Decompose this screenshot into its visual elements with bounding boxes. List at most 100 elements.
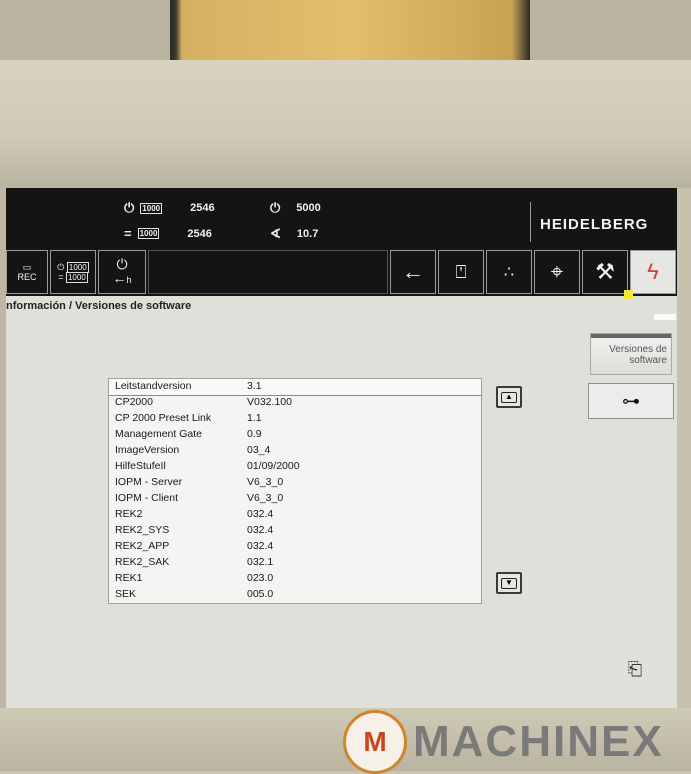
- component-version: 3.1: [247, 380, 262, 392]
- component-name: HilfeStufeIl: [115, 460, 166, 472]
- key-icon: ⊶: [622, 390, 640, 411]
- angle-value: 10.7: [296, 228, 319, 240]
- table-row: Management Gate 0.9: [109, 427, 481, 443]
- rec-button[interactable]: ▭ REC: [6, 250, 48, 294]
- ink-button[interactable]: ∴: [486, 250, 532, 294]
- table-row: IOPM - Client V6_3_0: [109, 491, 481, 507]
- brand-divider: [530, 202, 531, 242]
- service-button[interactable]: ϟ: [630, 250, 676, 294]
- component-name: IOPM - Server: [115, 476, 183, 488]
- software-versions-button[interactable]: Versiones de software: [590, 333, 672, 375]
- component-name: REK2_SAK: [115, 556, 170, 568]
- scroll-down-button[interactable]: ▼: [496, 572, 522, 594]
- component-version: V6_3_0: [247, 492, 284, 504]
- component-version: V6_3_0: [247, 476, 284, 488]
- tools-icon: ⚒: [595, 259, 615, 284]
- triangle-down-icon: ▼: [501, 577, 517, 589]
- component-version: 023.0: [247, 572, 274, 584]
- component-name: REK1: [115, 572, 143, 584]
- rec-icon: ▭ REC: [17, 262, 37, 282]
- table-row: CP2000 V032.100: [109, 395, 481, 411]
- triangle-up-icon: ▲: [501, 391, 517, 403]
- toolbar-empty-area: [148, 250, 388, 294]
- component-name: CP2000: [115, 396, 153, 408]
- watermark-text: MACHINEX: [413, 717, 664, 766]
- component-version: V032.100: [247, 396, 292, 408]
- angle-row: ∢ 10.7: [270, 226, 318, 242]
- main-toolbar: ▭ REC ⏻ 1000 = 1000 ⏻ ←h ← ⍞ ∴ ⌖ ⚒ ϟ: [6, 248, 677, 299]
- software-versions-label: Versiones de software: [609, 344, 667, 366]
- arrow-left-icon: ←: [402, 259, 424, 284]
- component-version: 032.1: [247, 556, 274, 568]
- scroll-up-button[interactable]: ▲: [496, 386, 522, 408]
- tools-button[interactable]: ⚒: [582, 250, 628, 294]
- active-indicator: [591, 334, 671, 338]
- speed-value: 5000: [296, 202, 321, 214]
- speed-icon: ⏻: [270, 200, 281, 215]
- component-name: REK2_APP: [115, 540, 170, 552]
- versions-table: Leitstandversion 3.1 CP2000 V032.100 CP 2000…: [108, 378, 482, 604]
- touch-screen: ⏻ 1000 2546 = 1000 2546 ⏻ 5000 ∢ 10.7 HE…: [6, 188, 677, 708]
- table-row: Leitstandversion 3.1: [109, 379, 481, 396]
- good-counter-row: = 1000 2546: [124, 226, 212, 241]
- status-led: [624, 290, 633, 299]
- return-button[interactable]: ⎗: [621, 658, 649, 680]
- table-row: REK2_APP 032.4: [109, 539, 481, 555]
- component-name: ImageVersion: [115, 444, 180, 456]
- print-counter-row: ⏻ 1000 2546: [124, 200, 215, 216]
- component-version: 032.4: [247, 524, 274, 536]
- table-row: HilfeStufeIl 01/09/2000: [109, 459, 481, 475]
- component-version: 03_4: [247, 444, 271, 456]
- table-row: IOPM - Server V6_3_0: [109, 475, 481, 491]
- table-row: REK2_SAK 032.1: [109, 555, 481, 571]
- table-row: CP 2000 Preset Link 1.1: [109, 411, 481, 427]
- table-row: REK2_SYS 032.4: [109, 523, 481, 539]
- breadcrumb: nformación / Versiones de software: [6, 300, 192, 312]
- angle-icon: ∢: [270, 226, 281, 241]
- back-button[interactable]: ←: [390, 250, 436, 294]
- component-name: IOPM - Client: [115, 492, 179, 504]
- return-icon: ⎗: [627, 658, 643, 679]
- component-version: 032.4: [247, 540, 274, 552]
- door-button[interactable]: ⍞: [438, 250, 484, 294]
- counter-unit-label: 1000: [140, 202, 163, 214]
- speed-row: ⏻ 5000: [270, 200, 321, 216]
- component-version: 032.4: [247, 508, 274, 520]
- good-counter-value: 2546: [187, 227, 212, 240]
- component-name: CP 2000 Preset Link: [115, 412, 212, 424]
- lightning-icon: ϟ: [647, 259, 659, 284]
- component-version: 0.9: [247, 428, 262, 440]
- screen-bezel-top: [0, 60, 691, 188]
- component-version: 005.0: [247, 588, 274, 600]
- component-name: SEK: [115, 588, 137, 600]
- table-row: ImageVersion 03_4: [109, 443, 481, 459]
- table-row: REK2 032.4: [109, 507, 481, 523]
- crosshair-icon: ⌖: [550, 259, 564, 284]
- component-name: REK2_SYS: [115, 524, 170, 536]
- back-h-button[interactable]: ⏻ ←h: [98, 250, 146, 294]
- equals-icon: =: [124, 226, 132, 241]
- component-name: REK2: [115, 508, 143, 520]
- tab-indicator: [654, 314, 676, 320]
- component-version: 1.1: [247, 412, 262, 424]
- power-icon: ⏻: [124, 200, 135, 215]
- status-bar: ⏻ 1000 2546 = 1000 2546 ⏻ 5000 ∢ 10.7 HE…: [6, 188, 677, 248]
- screen-bezel-right: [677, 188, 691, 708]
- counter-unit-label: 1000: [137, 228, 160, 239]
- arrow-left-h-icon: ⏻ ←h: [112, 256, 132, 286]
- machinex-logo: M: [343, 710, 407, 774]
- counter-icon: ⏻ 1000 = 1000: [57, 262, 89, 283]
- component-version: 01/09/2000: [247, 460, 300, 472]
- component-name: Management Gate: [115, 428, 202, 440]
- watermark: M MACHINEX: [343, 710, 664, 774]
- door-icon: ⍞: [455, 261, 467, 282]
- counter-button[interactable]: ⏻ 1000 = 1000: [50, 250, 96, 294]
- table-row: SEK 005.0: [109, 587, 481, 603]
- table-row: REK1 023.0: [109, 571, 481, 587]
- ink-drops-icon: ∴: [503, 264, 515, 281]
- component-name: Leitstandversion: [115, 380, 192, 392]
- heidelberg-logo: HEIDELBERG: [540, 216, 649, 233]
- counter-value: 2546: [190, 202, 215, 214]
- key-button[interactable]: ⊶: [588, 383, 674, 419]
- register-button[interactable]: ⌖: [534, 250, 580, 294]
